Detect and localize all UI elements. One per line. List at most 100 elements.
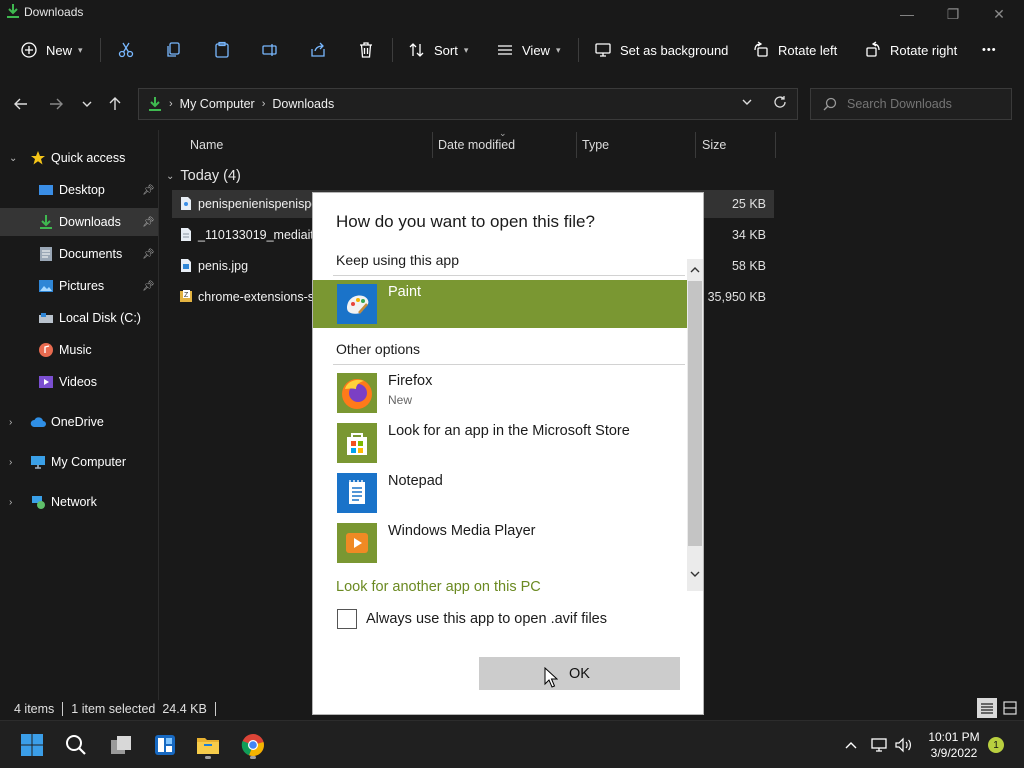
sidebar-item-label: Videos <box>59 375 97 389</box>
rotate-left-icon <box>754 41 768 57</box>
set-as-background-button[interactable]: Set as background <box>594 30 728 70</box>
pane-divider[interactable] <box>158 130 159 700</box>
column-divider[interactable] <box>695 132 696 158</box>
rename-button[interactable] <box>261 30 279 70</box>
sidebar-item-onedrive[interactable]: › OneDrive <box>0 408 158 436</box>
copy-button[interactable] <box>165 30 183 70</box>
breadcrumb-my-computer[interactable]: My Computer <box>180 97 255 111</box>
arrow-left-icon <box>14 98 27 110</box>
task-view-button[interactable] <box>103 729 139 761</box>
download-icon <box>40 215 52 229</box>
sidebar-item-my-computer[interactable]: › My Computer <box>0 448 158 476</box>
recent-locations-button[interactable] <box>76 92 98 116</box>
sidebar-item-documents[interactable]: Documents 📌︎ <box>0 240 158 268</box>
app-option-firefox[interactable]: Firefox New <box>313 369 687 417</box>
up-button[interactable] <box>104 92 126 116</box>
always-use-checkbox[interactable] <box>337 609 357 629</box>
rotate-left-label: Rotate left <box>778 42 838 58</box>
sidebar-item-label: Documents <box>59 247 123 261</box>
app-option-paint[interactable]: Paint <box>313 280 687 328</box>
sidebar-item-pictures[interactable]: Pictures 📌︎ <box>0 272 158 300</box>
volume-tray-button[interactable] <box>893 733 913 757</box>
keep-using-heading: Keep using this app <box>336 252 459 268</box>
firefox-icon <box>337 373 377 413</box>
more-options-button[interactable]: ••• <box>982 30 997 70</box>
new-button[interactable]: New ▾ <box>20 30 83 70</box>
app-option-windows-media-player[interactable]: Windows Media Player <box>313 519 687 567</box>
dialog-title: How do you want to open this file? <box>336 212 595 231</box>
share-button[interactable] <box>309 30 327 70</box>
chevron-down-icon <box>82 101 92 107</box>
show-hidden-icons-button[interactable] <box>842 733 860 757</box>
details-view-button[interactable] <box>977 698 997 718</box>
rotate-left-button[interactable]: Rotate left <box>752 30 837 70</box>
widgets-button[interactable] <box>147 729 183 761</box>
selection-info: 1 item selected 24.4 KB <box>71 702 207 716</box>
minimize-button[interactable]: — <box>884 0 930 28</box>
chevron-down-icon[interactable]: ⌄ <box>9 153 17 164</box>
taskbar-clock[interactable]: 10:01 PM 3/9/2022 <box>924 729 984 761</box>
close-button[interactable]: ✕ <box>976 0 1022 28</box>
app-option-notepad[interactable]: Notepad <box>313 469 687 517</box>
search-button[interactable] <box>58 729 94 761</box>
chevron-right-icon[interactable]: › <box>9 497 12 508</box>
breadcrumb-separator-icon: › <box>169 98 173 110</box>
column-divider[interactable] <box>576 132 577 158</box>
always-use-row[interactable]: Always use this app to open .avif files <box>337 608 607 630</box>
sidebar-item-downloads[interactable]: Downloads 📌︎ <box>0 208 158 236</box>
address-dropdown-icon[interactable] <box>741 96 753 111</box>
cut-button[interactable] <box>117 30 135 70</box>
command-bar: New ▾ Sort ▾ View ▾ Set as background Ro… <box>0 30 1024 70</box>
scrollbar-thumb[interactable] <box>688 281 702 546</box>
chevron-right-icon[interactable]: › <box>9 457 12 468</box>
search-box[interactable] <box>810 88 1012 120</box>
group-header-today[interactable]: ⌄ Today (4) <box>166 165 241 187</box>
notification-badge[interactable]: 1 <box>988 737 1004 753</box>
sidebar-item-quick-access[interactable]: ⌄ Quick access <box>0 144 158 172</box>
network-tray-button[interactable] <box>869 733 889 757</box>
app-new-badge: New <box>388 393 413 407</box>
sidebar-item-label: Downloads <box>59 215 121 229</box>
tiles-view-button[interactable] <box>1000 698 1020 718</box>
refresh-icon[interactable] <box>773 95 787 112</box>
chevron-right-icon[interactable]: › <box>9 417 12 428</box>
sort-button[interactable]: Sort ▾ <box>408 30 468 70</box>
view-button[interactable]: View ▾ <box>496 30 560 70</box>
address-bar[interactable]: › My Computer › Downloads <box>138 88 798 120</box>
sidebar-item-music[interactable]: Music <box>0 336 158 364</box>
network-icon <box>32 496 45 509</box>
search-input[interactable] <box>847 97 1007 111</box>
rotate-right-button[interactable]: Rotate right <box>864 30 957 70</box>
paste-button[interactable] <box>213 30 231 70</box>
chrome-taskbar-button[interactable] <box>235 729 271 761</box>
forward-button[interactable] <box>45 92 67 116</box>
scroll-down-icon[interactable] <box>688 567 702 581</box>
store-icon <box>337 423 377 463</box>
ok-button[interactable]: OK <box>479 657 680 690</box>
look-for-another-app-link[interactable]: Look for another app on this PC <box>336 579 541 595</box>
file-size: 34 KB <box>731 228 766 242</box>
active-app-indicator <box>205 756 211 759</box>
chevron-up-icon <box>845 742 857 749</box>
delete-button[interactable] <box>357 30 375 70</box>
scroll-up-icon[interactable] <box>688 263 702 277</box>
app-option-microsoft-store[interactable]: Look for an app in the Microsoft Store <box>313 419 687 467</box>
sidebar-item-videos[interactable]: Videos <box>0 368 158 396</box>
sidebar-item-desktop[interactable]: Desktop 📌︎ <box>0 176 158 204</box>
details-view-icon <box>981 703 993 714</box>
image-file-icon <box>181 259 191 272</box>
start-button[interactable] <box>14 729 50 761</box>
column-divider[interactable] <box>775 132 776 158</box>
search-icon <box>823 97 837 111</box>
maximize-button[interactable]: ❐ <box>930 0 976 28</box>
sidebar-item-network[interactable]: › Network <box>0 488 158 516</box>
breadcrumb-downloads[interactable]: Downloads <box>272 97 334 111</box>
column-divider[interactable] <box>432 132 433 158</box>
pin-icon: 📌︎ <box>142 216 155 228</box>
back-button[interactable] <box>10 92 32 116</box>
sidebar-item-local-disk[interactable]: Local Disk (C:) <box>0 304 158 332</box>
column-header-type[interactable]: Type <box>582 132 609 158</box>
file-explorer-taskbar-button[interactable] <box>190 729 226 761</box>
column-header-name[interactable]: Name <box>190 132 223 158</box>
column-header-size[interactable]: Size <box>702 132 726 158</box>
